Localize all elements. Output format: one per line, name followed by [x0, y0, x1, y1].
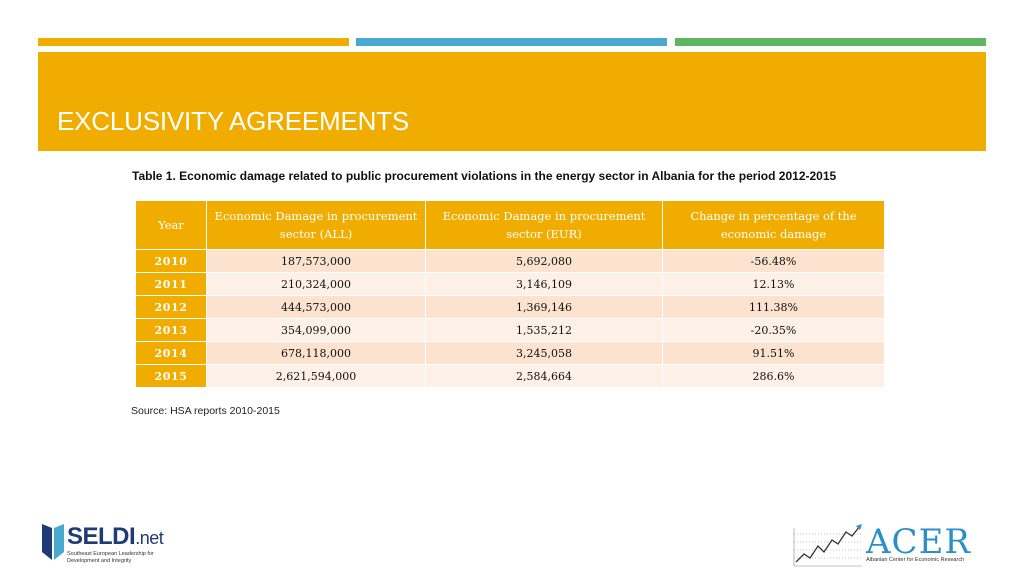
- cell-change-percent: -56.48%: [662, 249, 885, 273]
- top-stripe-blue: [356, 38, 667, 46]
- cell-year: 2012: [135, 295, 207, 319]
- seldi-logo: SELDI.net Southeast European Leadership …: [38, 520, 178, 566]
- cell-damage-eur: 3,245,058: [425, 341, 663, 365]
- top-stripe-green: [675, 38, 986, 46]
- slide-title: EXCLUSIVITY AGREEMENTS: [57, 106, 409, 136]
- acer-tagline: Albanian Center for Economic Research: [866, 557, 965, 563]
- cell-year: 2015: [135, 364, 207, 388]
- cell-damage-eur: 5,692,080: [425, 249, 663, 273]
- cell-year: 2013: [135, 318, 207, 342]
- header-change-percent: Change in percentage of the economic dam…: [662, 200, 885, 250]
- damage-table: Year Economic Damage in procurement sect…: [135, 200, 885, 388]
- source-note: Source: HSA reports 2010-2015: [131, 405, 280, 417]
- cell-damage-eur: 1,535,212: [425, 318, 663, 342]
- seldi-mark-icon: [42, 524, 64, 560]
- cell-damage-all: 354,099,000: [206, 318, 426, 342]
- table-caption: Table 1. Economic damage related to publ…: [132, 169, 837, 183]
- table-row: 2010 187,573,000 5,692,080 -56.48%: [135, 249, 885, 273]
- seldi-wordmark: SELDI.net: [67, 523, 164, 551]
- header-year: Year: [135, 200, 207, 250]
- seldi-suffix-text: .net: [135, 528, 164, 548]
- seldi-name-text: SELDI: [67, 523, 136, 550]
- header-damage-eur: Economic Damage in procurement sector (E…: [425, 200, 663, 250]
- table-row: 2012 444,573,000 1,369,146 111.38%: [135, 295, 885, 319]
- table-row: 2014 678,118,000 3,245,058 91.51%: [135, 341, 885, 365]
- table-row: 2013 354,099,000 1,535,212 -20.35%: [135, 318, 885, 342]
- cell-damage-all: 444,573,000: [206, 295, 426, 319]
- seldi-tagline: Southeast European Leadership for Develo…: [67, 551, 154, 564]
- acer-logo: ACER Albanian Center for Economic Resear…: [790, 522, 980, 568]
- growth-chart-icon: [793, 524, 862, 567]
- cell-damage-eur: 3,146,109: [425, 272, 663, 296]
- cell-change-percent: 91.51%: [662, 341, 885, 365]
- cell-damage-eur: 2,584,664: [425, 364, 663, 388]
- cell-year: 2014: [135, 341, 207, 365]
- header-damage-all: Economic Damage in procurement sector (A…: [206, 200, 426, 250]
- top-stripe-orange: [38, 38, 349, 46]
- table-header-row: Year Economic Damage in procurement sect…: [135, 200, 885, 250]
- cell-change-percent: 286.6%: [662, 364, 885, 388]
- cell-change-percent: 12.13%: [662, 272, 885, 296]
- cell-change-percent: 111.38%: [662, 295, 885, 319]
- cell-year: 2010: [135, 249, 207, 273]
- cell-damage-all: 187,573,000: [206, 249, 426, 273]
- acer-wordmark: ACER: [866, 522, 971, 562]
- cell-change-percent: -20.35%: [662, 318, 885, 342]
- cell-damage-all: 210,324,000: [206, 272, 426, 296]
- cell-damage-eur: 1,369,146: [425, 295, 663, 319]
- cell-year: 2011: [135, 272, 207, 296]
- table-row: 2015 2,621,594,000 2,584,664 286.6%: [135, 364, 885, 388]
- title-banner: EXCLUSIVITY AGREEMENTS: [38, 52, 986, 151]
- cell-damage-all: 2,621,594,000: [206, 364, 426, 388]
- cell-damage-all: 678,118,000: [206, 341, 426, 365]
- table-row: 2011 210,324,000 3,146,109 12.13%: [135, 272, 885, 296]
